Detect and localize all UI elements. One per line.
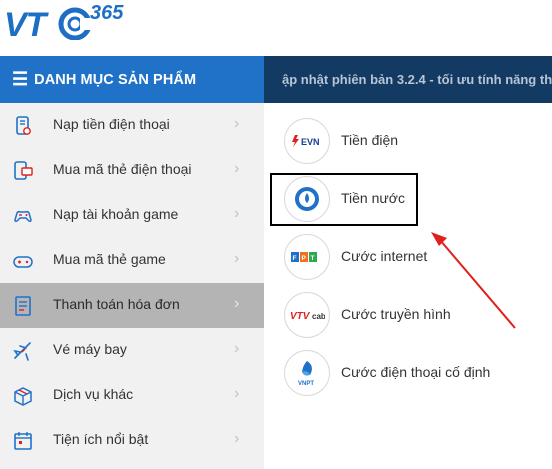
annotation-arrow-icon — [431, 232, 516, 329]
app-root: VT 365 ☰ DANH MỤC SẢN PHẨM ập nhật phiên… — [0, 0, 552, 469]
